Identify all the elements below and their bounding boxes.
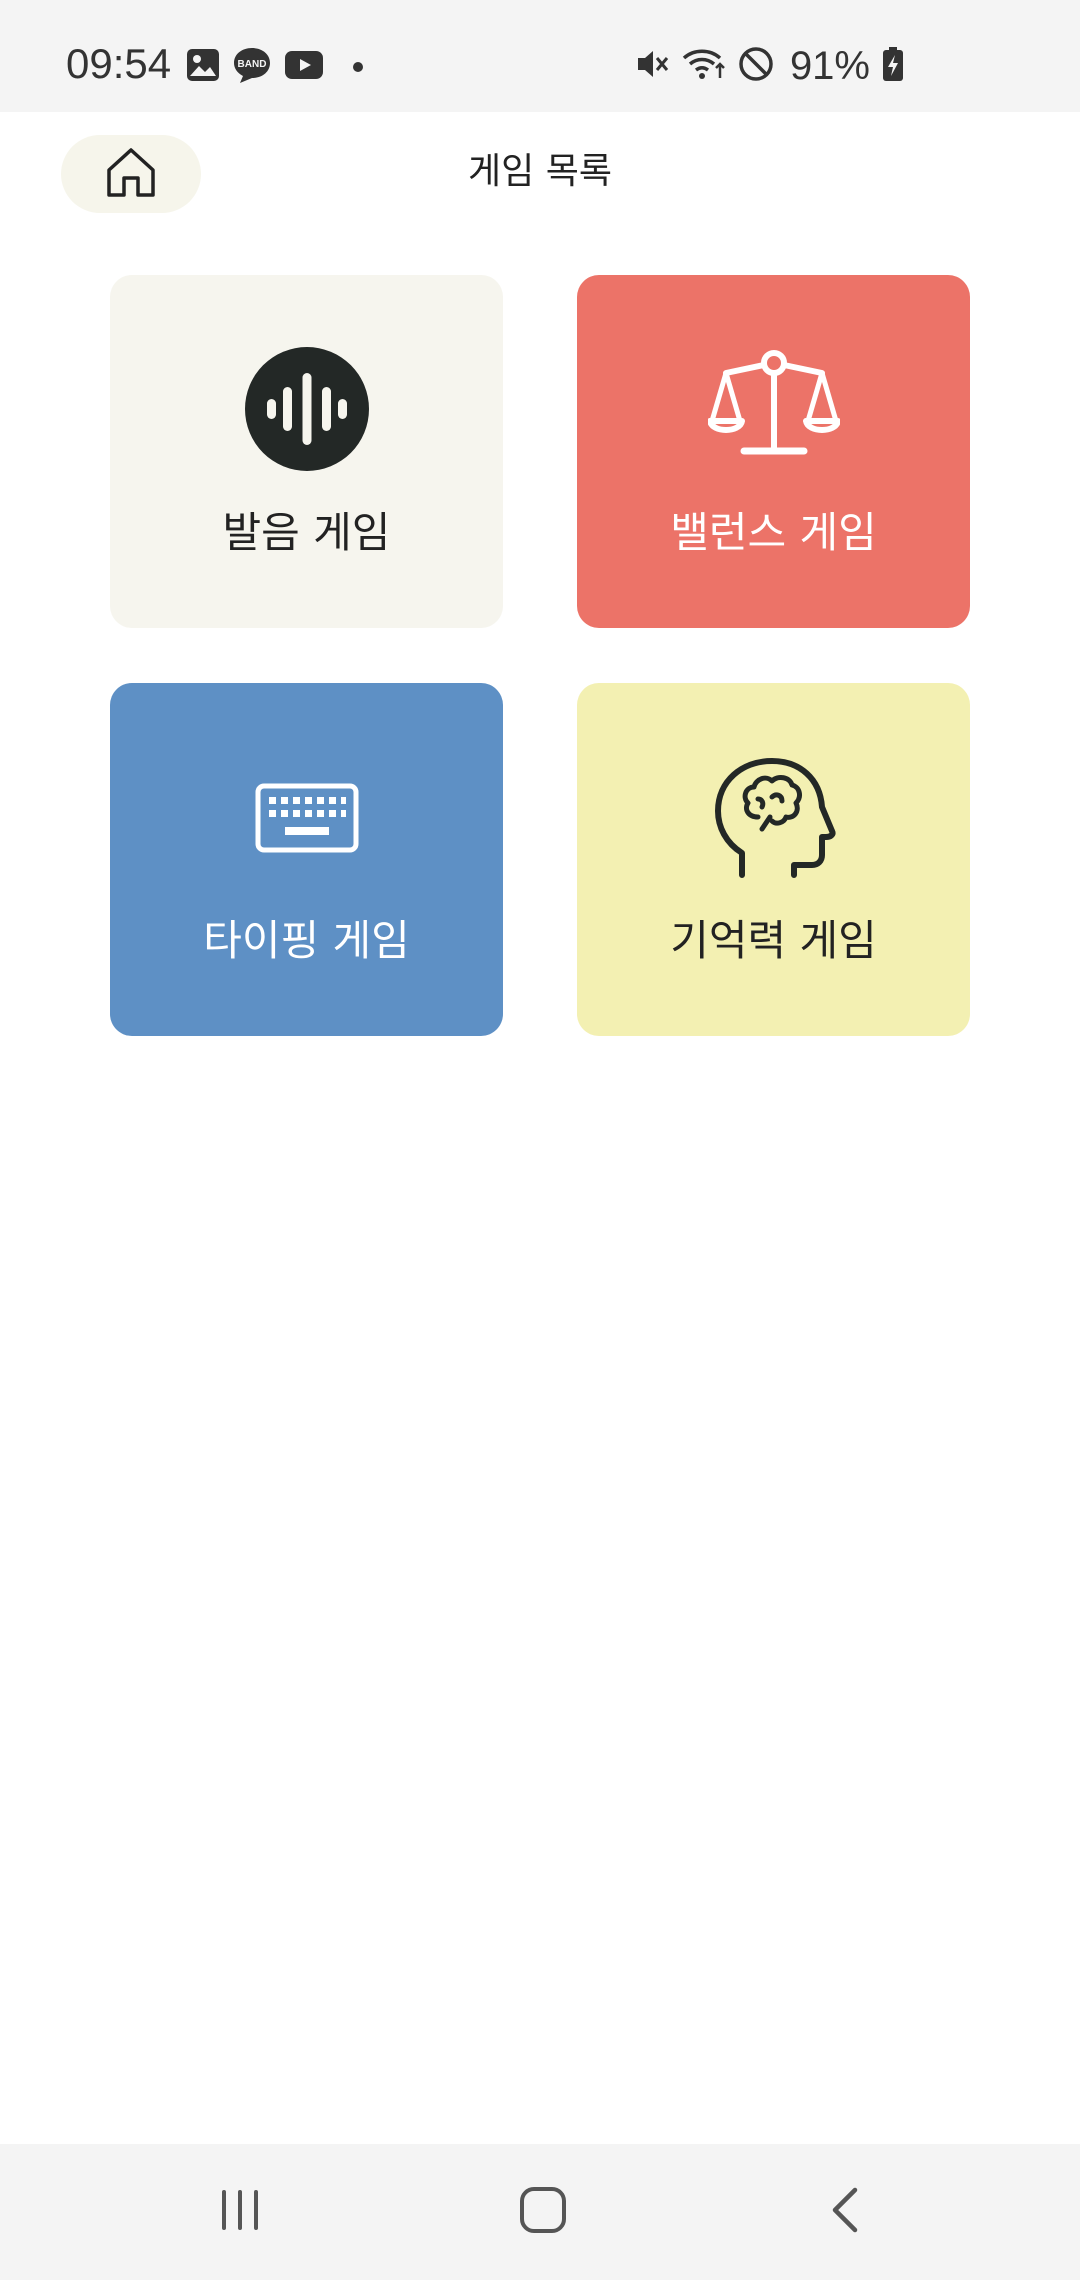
mute-icon [634,46,670,86]
status-time: 09:54 [66,40,172,87]
notification-icons: BAND [186,46,364,88]
battery-percent: 91% [789,44,870,88]
memory-game-card[interactable]: 기억력 게임 [577,683,970,1036]
back-icon [827,2186,863,2238]
battery-charging-icon [882,46,904,86]
home-nav-button[interactable] [493,2174,593,2250]
balance-scale-icon [706,347,841,463]
keyboard-icon [255,783,359,857]
system-icons: 91% [634,44,904,88]
brain-head-icon [712,757,836,887]
wifi-icon [682,46,726,86]
game-label: 발음 게임 [222,508,391,557]
dot-icon [352,58,364,77]
system-navigation-bar [0,2144,1080,2280]
home-nav-icon [518,2185,568,2239]
gallery-icon [186,48,220,86]
game-label: 타이핑 게임 [203,916,410,965]
game-label: 기억력 게임 [670,916,877,965]
app-header: 게임 목록 [0,112,1080,232]
band-icon: BAND [232,46,272,88]
recent-apps-icon [218,2188,262,2236]
soundwave-icon [244,347,369,475]
status-bar: 09:54 BAND 91% [0,0,1080,112]
do-not-disturb-icon [738,46,774,86]
typing-game-card[interactable]: 타이핑 게임 [110,683,503,1036]
recent-apps-button[interactable] [190,2174,290,2250]
back-button[interactable] [795,2174,895,2250]
pronunciation-game-card[interactable]: 발음 게임 [110,275,503,628]
page-title: 게임 목록 [468,151,612,192]
balance-game-card[interactable]: 밸런스 게임 [577,275,970,628]
youtube-icon [284,50,324,84]
game-label: 밸런스 게임 [670,508,877,557]
svg-text:BAND: BAND [238,59,267,70]
